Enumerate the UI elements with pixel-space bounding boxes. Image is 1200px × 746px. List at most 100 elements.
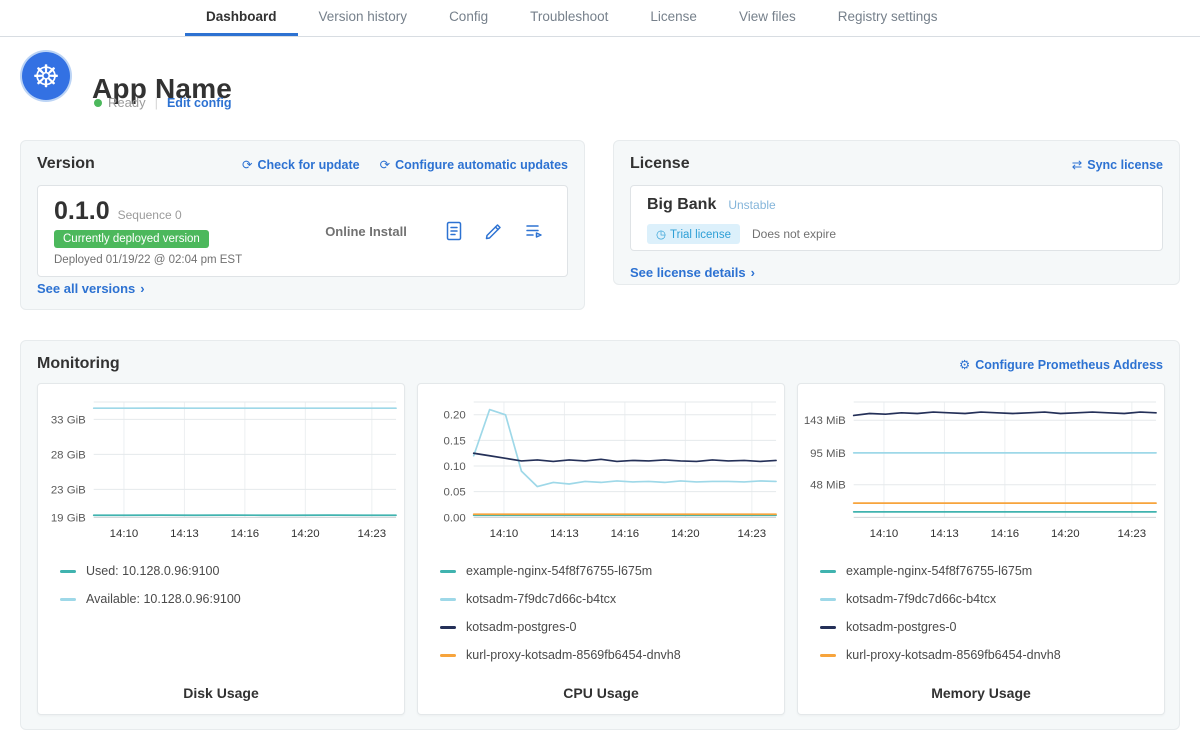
cpu-usage-chart-card: 0.000.050.100.150.2014:1014:1314:1614:20… [417,383,785,715]
top-nav: Dashboard Version history Config Trouble… [0,0,1200,37]
app-status-row: Ready | Edit config [94,95,232,110]
memory-usage-legend: example-nginx-54f8f76755-l675m kotsadm-7f… [798,557,1164,669]
legend-item: example-nginx-54f8f76755-l675m [440,557,774,585]
svg-text:23 GiB: 23 GiB [51,484,86,496]
legend-item: kurl-proxy-kotsadm-8569fb6454-dnvh8 [440,641,774,669]
legend-item: kotsadm-7f9dc7d66c-b4tcx [440,585,774,613]
deploy-logs-icon[interactable] [523,220,545,242]
legend-label: kurl-proxy-kotsadm-8569fb6454-dnvh8 [846,648,1061,662]
disk-usage-chart-card: 19 GiB23 GiB28 GiB33 GiB14:1014:1314:161… [37,383,405,715]
legend-swatch [820,570,836,573]
svg-text:0.00: 0.00 [444,512,466,524]
check-for-update-link[interactable]: ⟳Check for update [242,157,360,172]
legend-label: kotsadm-postgres-0 [846,620,956,634]
legend-swatch [60,570,76,573]
svg-text:48 MiB: 48 MiB [810,480,846,492]
legend-item: kotsadm-7f9dc7d66c-b4tcx [820,585,1154,613]
chart-title: CPU Usage [418,685,784,701]
disk-usage-legend: Used: 10.128.0.96:9100 Available: 10.128.… [38,557,404,613]
sequence-label: Sequence 0 [118,208,182,222]
chart-title: Disk Usage [38,685,404,701]
disk-usage-plot: 19 GiB23 GiB28 GiB33 GiB14:1014:1314:161… [38,392,404,549]
legend-item: kurl-proxy-kotsadm-8569fb6454-dnvh8 [820,641,1154,669]
legend-swatch [440,598,456,601]
svg-text:0.05: 0.05 [444,487,466,499]
svg-text:14:13: 14:13 [170,528,199,540]
chevron-right-icon: › [140,281,144,296]
tab-dashboard[interactable]: Dashboard [185,0,298,36]
edit-config-link[interactable]: Edit config [167,96,232,110]
current-version-panel: 0.1.0 Sequence 0 Currently deployed vers… [37,185,568,277]
release-notes-icon[interactable] [443,220,465,242]
deployed-version-badge: Currently deployed version [54,230,209,248]
sync-license-link[interactable]: ⇄Sync license [1072,157,1163,172]
svg-text:0.20: 0.20 [444,410,466,422]
svg-text:14:13: 14:13 [930,528,959,540]
legend-swatch [60,598,76,601]
edit-config-icon[interactable] [483,220,505,242]
legend-swatch [820,654,836,657]
svg-text:14:10: 14:10 [110,528,139,540]
legend-item: Used: 10.128.0.96:9100 [60,557,394,585]
svg-text:14:23: 14:23 [738,528,767,540]
legend-label: kotsadm-7f9dc7d66c-b4tcx [846,592,996,606]
monitoring-card: Monitoring ⚙Configure Prometheus Address… [20,340,1180,730]
version-card-title: Version [37,155,95,173]
memory-usage-chart-card: 48 MiB95 MiB143 MiB14:1014:1314:1614:201… [797,383,1165,715]
see-all-versions-link[interactable]: See all versions› [37,281,145,296]
divider: | [155,95,158,110]
tab-troubleshoot[interactable]: Troubleshoot [509,0,629,36]
svg-text:14:10: 14:10 [870,528,899,540]
svg-text:95 MiB: 95 MiB [810,448,846,460]
svg-text:19 GiB: 19 GiB [51,512,86,524]
legend-item: kotsadm-postgres-0 [440,613,774,641]
svg-text:143 MiB: 143 MiB [804,415,846,427]
svg-text:14:16: 14:16 [991,528,1020,540]
gear-icon: ⚙ [959,358,970,372]
svg-text:14:16: 14:16 [611,528,640,540]
status-text: Ready [108,95,146,110]
legend-label: example-nginx-54f8f76755-l675m [846,564,1032,578]
tab-registry-settings[interactable]: Registry settings [817,0,959,36]
version-card: Version ⟳Check for update ⟳Configure aut… [20,140,585,310]
svg-text:33 GiB: 33 GiB [51,414,86,426]
tab-version-history[interactable]: Version history [298,0,429,36]
svg-text:14:10: 14:10 [490,528,519,540]
svg-text:0.10: 0.10 [444,461,466,473]
sync-icon: ⇄ [1072,158,1082,172]
legend-item: Available: 10.128.0.96:9100 [60,585,394,613]
legend-swatch [820,598,836,601]
svg-text:14:13: 14:13 [550,528,579,540]
license-card: License ⇄Sync license Big Bank Unstable … [613,140,1180,285]
monitoring-title: Monitoring [37,355,120,373]
configure-automatic-updates-link[interactable]: ⟳Configure automatic updates [380,157,568,172]
version-number: 0.1.0 [54,197,110,226]
legend-label: Available: 10.128.0.96:9100 [86,592,241,606]
legend-swatch [440,654,456,657]
legend-swatch [440,626,456,629]
svg-text:28 GiB: 28 GiB [51,449,86,461]
svg-text:0.15: 0.15 [444,435,466,447]
tab-config[interactable]: Config [428,0,509,36]
legend-swatch [820,626,836,629]
channel-label: Unstable [728,198,775,212]
configure-prometheus-link[interactable]: ⚙Configure Prometheus Address [959,357,1163,372]
memory-usage-plot: 48 MiB95 MiB143 MiB14:1014:1314:1614:201… [798,392,1164,549]
clock-icon: ◷ [656,229,666,241]
legend-swatch [440,570,456,573]
legend-label: example-nginx-54f8f76755-l675m [466,564,652,578]
auto-update-icon: ⟳ [380,158,390,172]
kubernetes-app-logo-icon: ☸ [22,52,70,100]
install-type-label: Online Install [289,224,443,239]
see-license-details-link[interactable]: See license details› [630,265,755,280]
trial-license-badge: ◷Trial license [647,224,740,244]
refresh-icon: ⟳ [242,158,252,172]
legend-item: example-nginx-54f8f76755-l675m [820,557,1154,585]
tab-view-files[interactable]: View files [718,0,817,36]
legend-label: kotsadm-7f9dc7d66c-b4tcx [466,592,616,606]
customer-name: Big Bank [647,196,716,214]
deployed-timestamp: Deployed 01/19/22 @ 02:04 pm EST [54,254,289,266]
kots-admin-dashboard: Dashboard Version history Config Trouble… [0,0,1200,746]
expiration-label: Does not expire [752,227,836,241]
tab-license[interactable]: License [629,0,718,36]
